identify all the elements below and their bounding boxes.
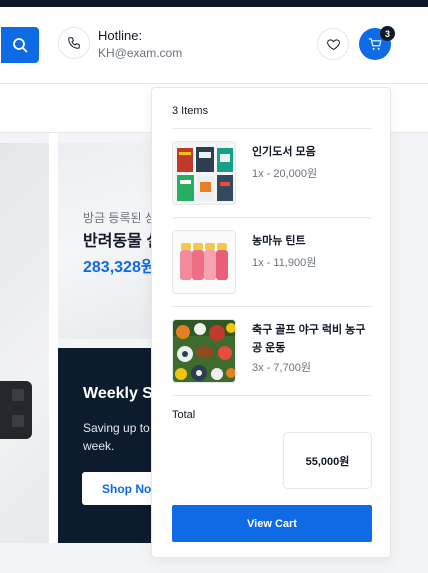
promo-subtitle: 방금 등록된 상 (83, 211, 156, 225)
promo-title: 반려동물 실 (83, 233, 158, 250)
total-value: 55,000원 (283, 432, 372, 489)
divider (172, 217, 372, 218)
book-collection-thumbnail[interactable] (172, 141, 236, 205)
search-icon (13, 38, 28, 53)
divider (172, 306, 372, 307)
cart-item-qty-price: 1x - 11,900원 (252, 257, 317, 269)
cart-item-qty-price: 3x - 7,700원 (252, 362, 312, 374)
shop-now-button[interactable]: Shop Now (82, 472, 158, 505)
column-gap (49, 133, 58, 543)
cart-dropdown: 3 Items 인기도서 모음 1x - 20,000원 농마뉴 틴트 1x -… (151, 87, 391, 558)
phone-icon (68, 37, 80, 49)
view-cart-button[interactable]: View Cart (172, 505, 372, 542)
cart-item-name[interactable]: 축구 골프 야구 럭비 농구공 운동 (252, 321, 372, 357)
cart-count-badge: 3 (380, 26, 395, 41)
weekly-text: Saving up to week. (83, 419, 150, 455)
cart-item-qty-price: 1x - 20,000원 (252, 168, 318, 180)
cart-item-name[interactable]: 농마뉴 틴트 (252, 232, 372, 250)
hotline-label: Hotline: (98, 28, 143, 43)
divider (172, 128, 372, 129)
promo-price: 283,328원 (83, 259, 156, 276)
sports-balls-thumbnail[interactable] (172, 319, 236, 383)
cart-item[interactable]: 인기도서 모음 1x - 20,000원 (172, 141, 372, 207)
total-label: Total (172, 409, 196, 421)
cart-items-count: 3 Items (172, 105, 209, 117)
search-button[interactable] (1, 27, 39, 63)
hotline-email[interactable]: KH@exam.com (98, 46, 182, 60)
product-device-image (0, 381, 32, 439)
wishlist-button[interactable] (317, 28, 349, 60)
cart-item[interactable]: 축구 골프 야구 럭비 농구공 운동 3x - 7,700원 (172, 319, 372, 385)
divider (172, 395, 372, 396)
heart-icon (326, 38, 340, 50)
tint-bottles-thumbnail[interactable] (172, 230, 236, 294)
phone-badge (58, 27, 90, 59)
weekly-text-line-1: Saving up to (83, 421, 150, 435)
cart-item[interactable]: 농마뉴 틴트 1x - 11,900원 (172, 230, 372, 296)
top-strip (0, 0, 428, 7)
weekly-text-line-2: week. (83, 439, 115, 453)
promo-card-weekly: Weekly S Saving up to week. Shop Now (58, 348, 158, 543)
weekly-title: Weekly S (83, 385, 153, 402)
promo-card-new[interactable]: 방금 등록된 상 반려동물 실 283,328원 (58, 143, 158, 339)
cart-item-name[interactable]: 인기도서 모음 (252, 143, 372, 161)
cart-icon (368, 37, 381, 50)
hero-banner[interactable] (0, 143, 49, 543)
site-header: Hotline: KH@exam.com 3 (0, 7, 428, 84)
